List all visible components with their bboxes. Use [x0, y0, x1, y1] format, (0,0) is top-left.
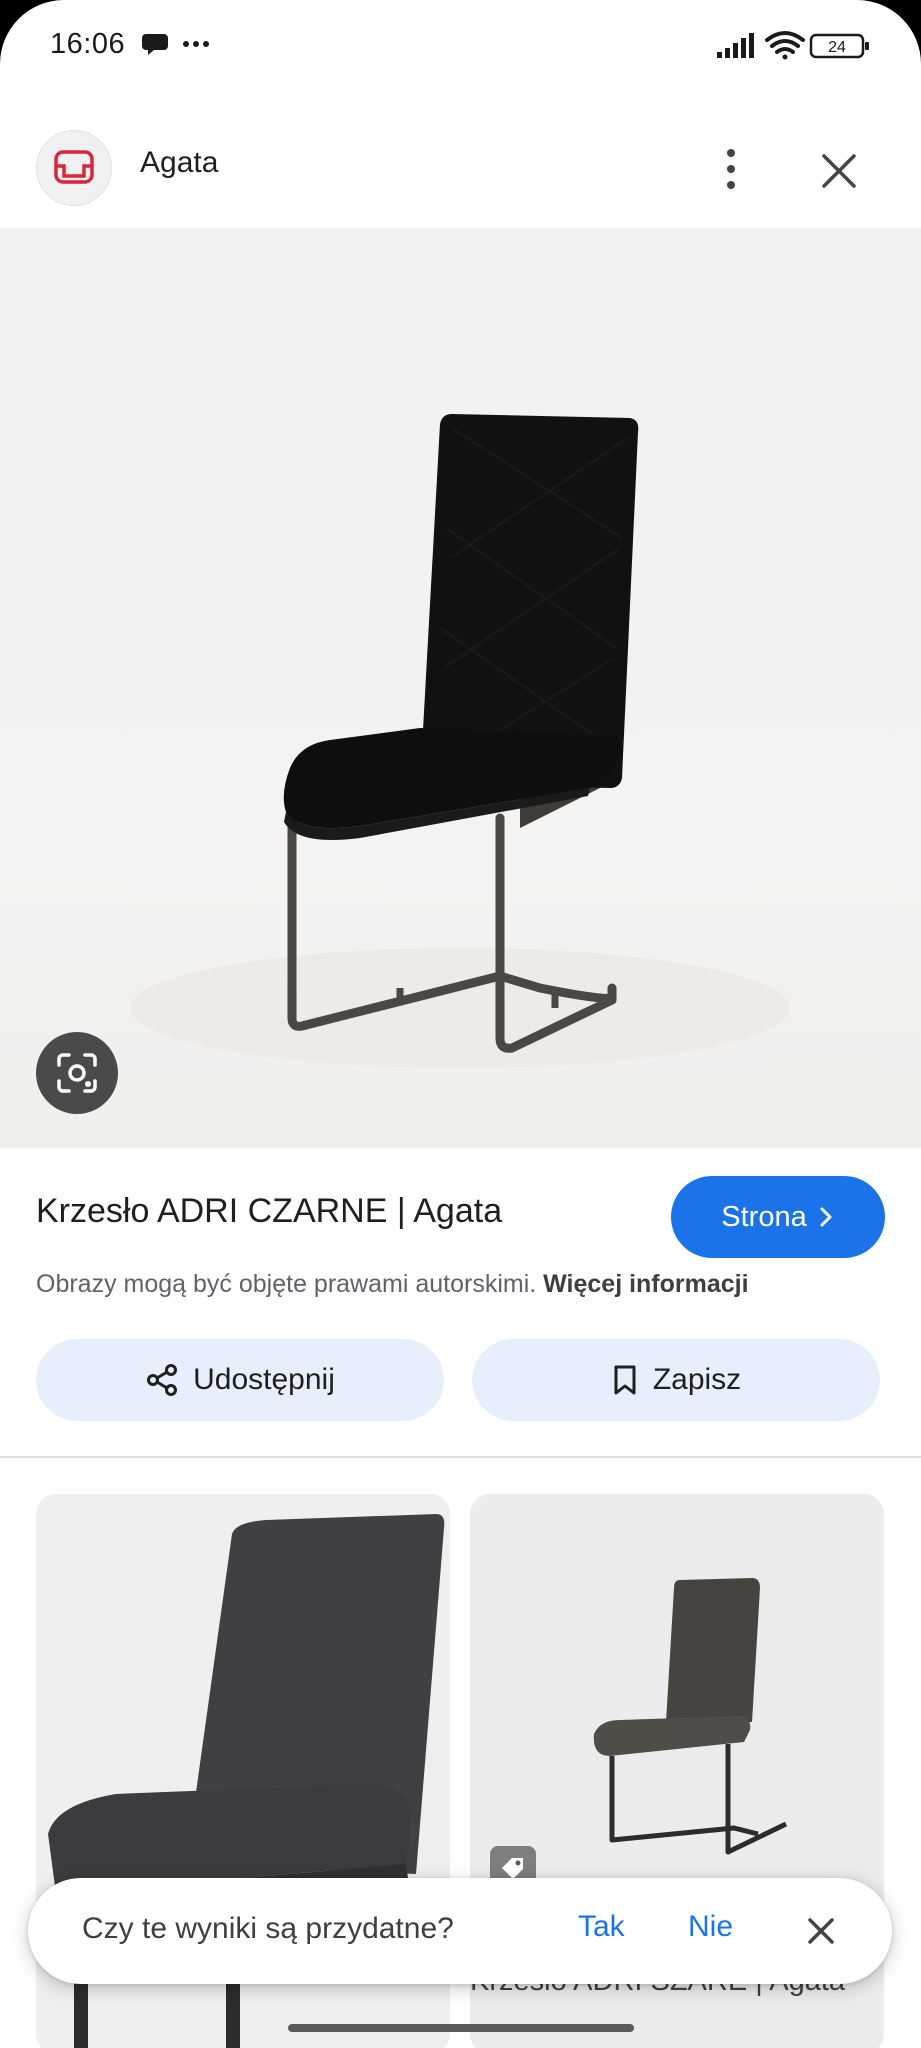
signal-icon: [717, 33, 754, 58]
status-time: 16:06: [50, 28, 126, 60]
sofa-logo-icon: [54, 150, 94, 184]
site-favicon[interactable]: [36, 130, 112, 206]
more-info-link[interactable]: Więcej informacji: [543, 1270, 748, 1298]
feedback-yes-button[interactable]: Tak: [578, 1910, 625, 1944]
home-indicator[interactable]: [288, 2024, 634, 2032]
feedback-close-button[interactable]: [798, 1908, 844, 1954]
status-left-icons: [142, 30, 212, 65]
more-vertical-icon: [727, 149, 735, 189]
chevron-right-icon: [820, 1207, 832, 1227]
status-right-icons: 24: [717, 30, 877, 69]
close-icon: [808, 1918, 834, 1944]
save-button[interactable]: Zapisz: [472, 1339, 880, 1421]
product-image[interactable]: [0, 228, 921, 1148]
lens-icon: [57, 1053, 97, 1093]
result-title[interactable]: Krzesło ADRI CZARNE | Agata: [36, 1192, 502, 1231]
more-dots-icon: [183, 41, 209, 47]
share-label: Udostępnij: [193, 1363, 335, 1396]
battery-icon: 24: [809, 33, 869, 59]
visit-site-button[interactable]: Strona: [671, 1176, 885, 1258]
status-bar: 16:06 24: [0, 0, 921, 92]
save-label: Zapisz: [652, 1363, 742, 1396]
feedback-bar: Czy te wyniki są przydatne? Tak Nie: [28, 1878, 892, 1984]
close-icon: [822, 154, 856, 188]
google-lens-button[interactable]: [36, 1032, 118, 1114]
app-header: Agata: [0, 110, 921, 228]
divider: [0, 1456, 921, 1458]
screen: 16:06 24 Agata Krzesło ADRI CZARNE | Aga…: [0, 0, 921, 2048]
feedback-no-button[interactable]: Nie: [688, 1910, 733, 1944]
copyright-note: Obrazy mogą być objęte prawami autorskim…: [36, 1270, 749, 1299]
share-icon: [147, 1364, 178, 1396]
site-name[interactable]: Agata: [140, 146, 218, 180]
copyright-text: Obrazy mogą być objęte prawami autorskim…: [36, 1270, 537, 1298]
feedback-question: Czy te wyniki są przydatne?: [82, 1912, 454, 1945]
bookmark-icon: [614, 1365, 636, 1395]
wifi-icon: [765, 31, 805, 60]
more-options-button[interactable]: [714, 144, 748, 194]
visit-site-label: Strona: [721, 1200, 807, 1233]
close-button[interactable]: [814, 146, 864, 196]
share-button[interactable]: Udostępnij: [36, 1339, 444, 1421]
battery-level: 24: [828, 39, 846, 56]
chat-bubble-icon: [142, 34, 168, 55]
